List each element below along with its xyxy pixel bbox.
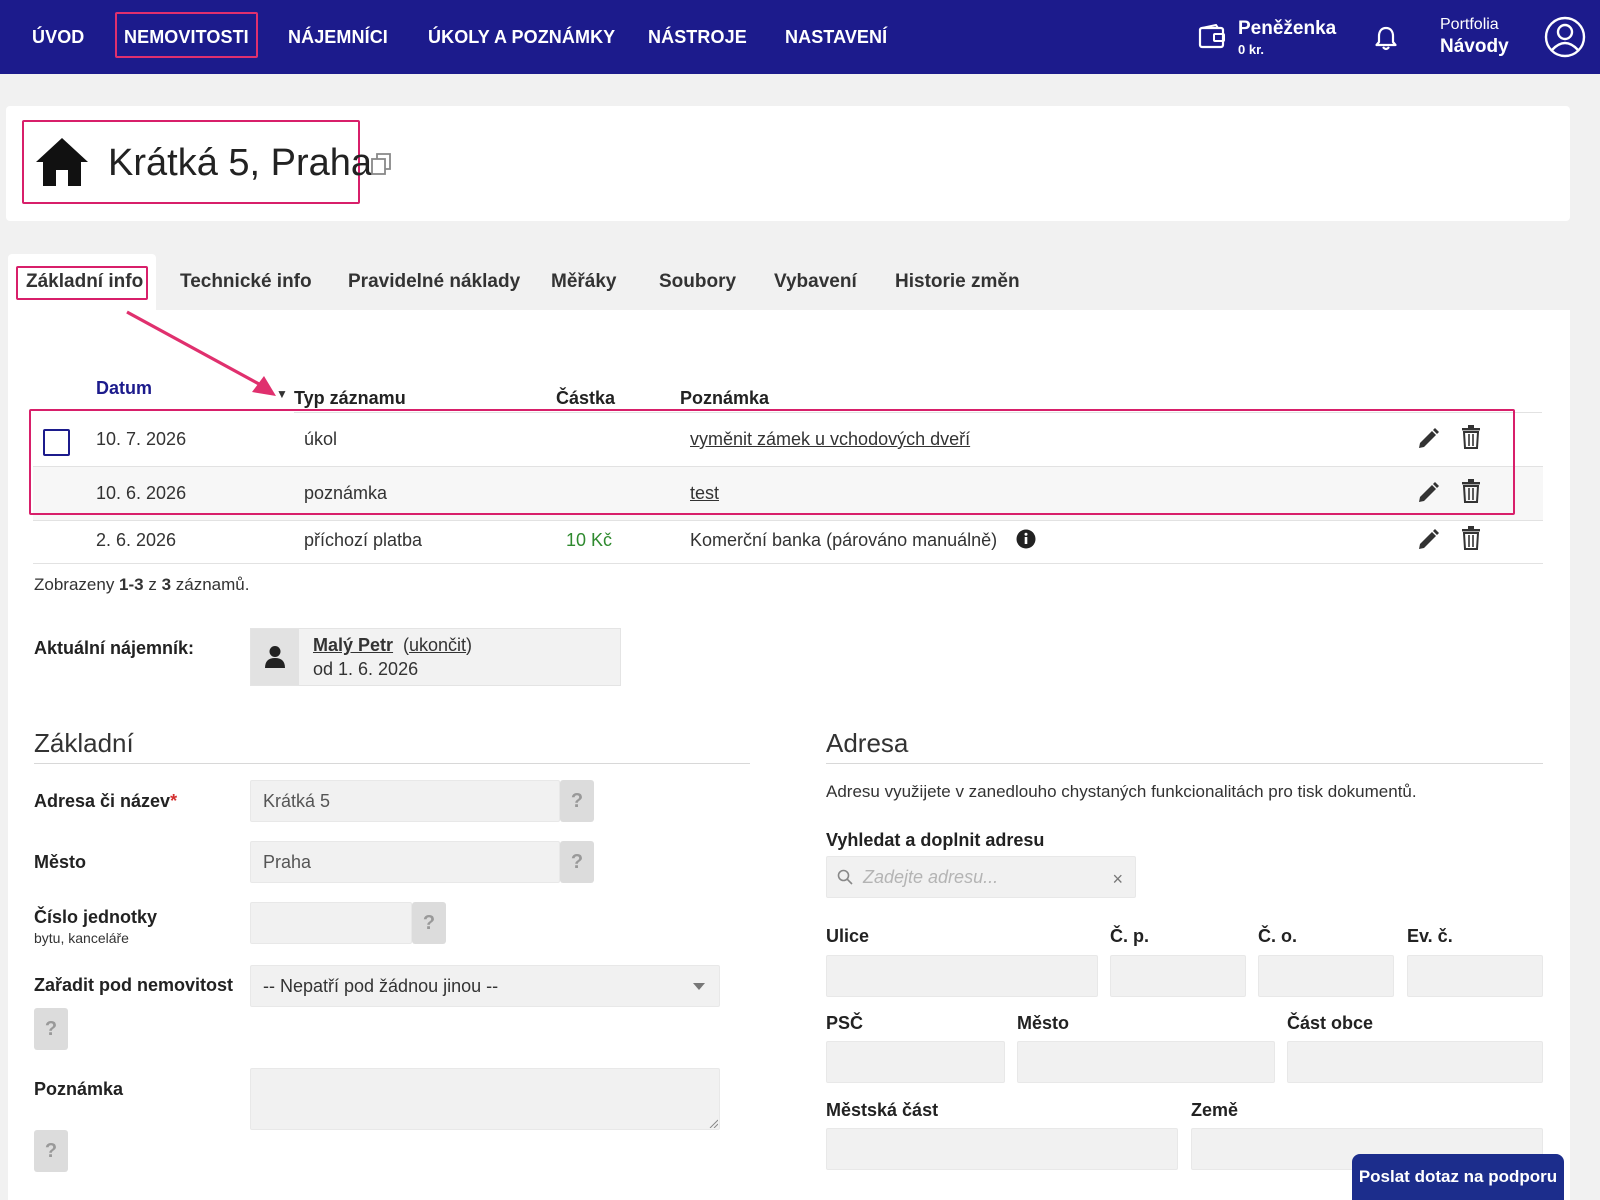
field-label-unit: Číslo jednotky xyxy=(34,907,158,927)
row-divider xyxy=(33,563,1543,564)
home-icon xyxy=(36,138,88,186)
part-input[interactable] xyxy=(1287,1041,1543,1083)
field-label-co: Č. o. xyxy=(1258,926,1297,946)
tab-technicke-info[interactable]: Technické info xyxy=(180,254,312,310)
nav-item-nemovitosti[interactable]: NEMOVITOSTI xyxy=(115,0,258,74)
address-description: Adresu využijete v zanedlouho chystaných… xyxy=(826,782,1417,801)
nav-item-nastroje[interactable]: NÁSTROJE xyxy=(648,0,747,74)
field-label-ev: Ev. č. xyxy=(1407,926,1453,946)
address-search-input[interactable]: Zadejte adresu... × xyxy=(826,856,1136,898)
row-type: příchozí platba xyxy=(304,530,423,550)
tenant-name-link[interactable]: Malý Petr xyxy=(313,635,393,656)
field-label-country: Země xyxy=(1191,1100,1239,1120)
help-button[interactable]: ? xyxy=(560,841,594,883)
tab-zakladni-info[interactable]: Základní info xyxy=(8,254,156,310)
field-label-search: Vyhledat a doplnit adresu xyxy=(826,830,1045,850)
tab-soubory[interactable]: Soubory xyxy=(659,254,736,310)
column-header-amount[interactable]: Částka xyxy=(556,388,615,409)
tenant-label: Aktuální nájemník: xyxy=(34,638,195,658)
cp-input[interactable] xyxy=(1110,955,1246,997)
field-label-note: Poznámka xyxy=(34,1079,124,1099)
nav-item-ukoly[interactable]: ÚKOLY A POZNÁMKY xyxy=(428,0,615,74)
search-placeholder: Zadejte adresu... xyxy=(863,867,999,887)
unit-input[interactable] xyxy=(250,902,412,944)
field-sublabel-unit: bytu, kanceláře xyxy=(34,930,129,946)
trash-icon[interactable] xyxy=(1461,526,1481,550)
tenant-icon-box xyxy=(251,629,299,685)
person-icon xyxy=(265,646,285,668)
title-highlight: Krátká 5, Praha xyxy=(22,120,372,204)
portfolio-switcher[interactable]: Portfolia Návody xyxy=(1440,16,1509,58)
field-label-address: Adresa či název* xyxy=(34,791,178,811)
tab-pravidelne-naklady[interactable]: Pravidelné náklady xyxy=(348,254,520,310)
section-divider xyxy=(826,763,1543,764)
section-title-basic: Základní xyxy=(34,728,134,758)
district-input[interactable] xyxy=(826,1128,1178,1170)
info-icon[interactable] xyxy=(1016,529,1036,549)
note-textarea[interactable] xyxy=(250,1068,720,1130)
address-input[interactable]: Krátká 5 xyxy=(250,780,560,822)
help-button[interactable]: ? xyxy=(34,1008,68,1050)
field-label-street: Ulice xyxy=(826,926,870,946)
user-circle-icon[interactable] xyxy=(1544,16,1586,58)
field-label-district: Městská část xyxy=(826,1100,939,1120)
support-button[interactable]: Poslat dotaz na podporu xyxy=(1352,1154,1564,1200)
field-label-city: Město xyxy=(34,852,87,872)
top-navbar: ÚVOD NEMOVITOSTI NÁJEMNÍCI ÚKOLY A POZNÁ… xyxy=(0,0,1600,74)
city-input[interactable]: Praha xyxy=(250,841,560,883)
ev-input[interactable] xyxy=(1407,955,1543,997)
pencil-icon[interactable] xyxy=(1416,528,1440,552)
bell-icon[interactable] xyxy=(1372,24,1400,52)
help-button[interactable]: ? xyxy=(34,1130,68,1172)
field-label-parent: Zařadit pod nemovitost xyxy=(34,975,234,995)
search-icon xyxy=(837,869,853,885)
help-button[interactable]: ? xyxy=(560,780,594,822)
nav-active-highlight xyxy=(115,12,258,58)
co-input[interactable] xyxy=(1258,955,1394,997)
nav-item-uvod[interactable]: ÚVOD xyxy=(32,0,84,74)
portfolio-name: Návody xyxy=(1440,36,1509,57)
table-row[interactable]: 2. 6. 2026 příchozí platba 10 Kč Komerčn… xyxy=(33,516,1543,564)
column-header-note[interactable]: Poznámka xyxy=(680,388,769,409)
tenant-end: (ukončit) xyxy=(403,635,473,655)
psc-input[interactable] xyxy=(826,1041,1005,1083)
tab-meraky[interactable]: Měřáky xyxy=(551,254,617,310)
section-title-address: Adresa xyxy=(826,728,909,758)
tenant-end-link[interactable]: ukončit xyxy=(409,635,466,655)
nav-item-najemnici[interactable]: NÁJEMNÍCI xyxy=(288,0,388,74)
street-input[interactable] xyxy=(826,955,1098,997)
row-date: 2. 6. 2026 xyxy=(96,530,177,550)
pager-info: Zobrazeny 1-3 z 3 záznamů. xyxy=(34,575,250,594)
wallet-title: Peněženka xyxy=(1238,18,1337,39)
field-label-address-city: Město xyxy=(1017,1013,1070,1033)
portfolio-label: Portfolia xyxy=(1440,16,1499,33)
field-label-cp: Č. p. xyxy=(1110,926,1149,946)
wallet-icon xyxy=(1198,24,1225,49)
tab-vybaveni[interactable]: Vybavení xyxy=(774,254,857,310)
address-city-input[interactable] xyxy=(1017,1041,1275,1083)
parent-select[interactable]: -- Nepatří pod žádnou jinou -- xyxy=(250,965,720,1007)
section-divider xyxy=(34,763,750,764)
nav-item-nastaveni[interactable]: NASTAVENÍ xyxy=(785,0,887,74)
row-amount: 10 Kč xyxy=(566,530,613,550)
property-header: Krátká 5, Praha xyxy=(6,106,1570,221)
rows-highlight-annotation xyxy=(29,409,1515,515)
tenant-card: Malý Petr (ukončit) od 1. 6. 2026 xyxy=(250,628,621,686)
row-note: Komerční banka (párováno manuálně) xyxy=(690,530,998,550)
help-button[interactable]: ? xyxy=(412,902,446,944)
wallet-amount: 0 kr. xyxy=(1238,42,1265,57)
column-header-type[interactable]: Typ záznamu xyxy=(294,388,406,409)
tenant-since: od 1. 6. 2026 xyxy=(313,659,419,679)
field-label-part: Část obce xyxy=(1287,1013,1374,1033)
page-title: Krátká 5, Praha xyxy=(108,142,373,184)
resize-grip-icon[interactable] xyxy=(708,1118,718,1128)
copy-icon[interactable] xyxy=(370,152,392,176)
chevron-down-icon xyxy=(693,983,705,990)
annotation-arrow xyxy=(126,310,276,396)
tab-active-highlight xyxy=(16,266,148,300)
tab-historie-zmen[interactable]: Historie změn xyxy=(895,254,1020,310)
field-label-psc: PSČ xyxy=(826,1013,864,1033)
close-icon[interactable]: × xyxy=(1112,869,1123,890)
